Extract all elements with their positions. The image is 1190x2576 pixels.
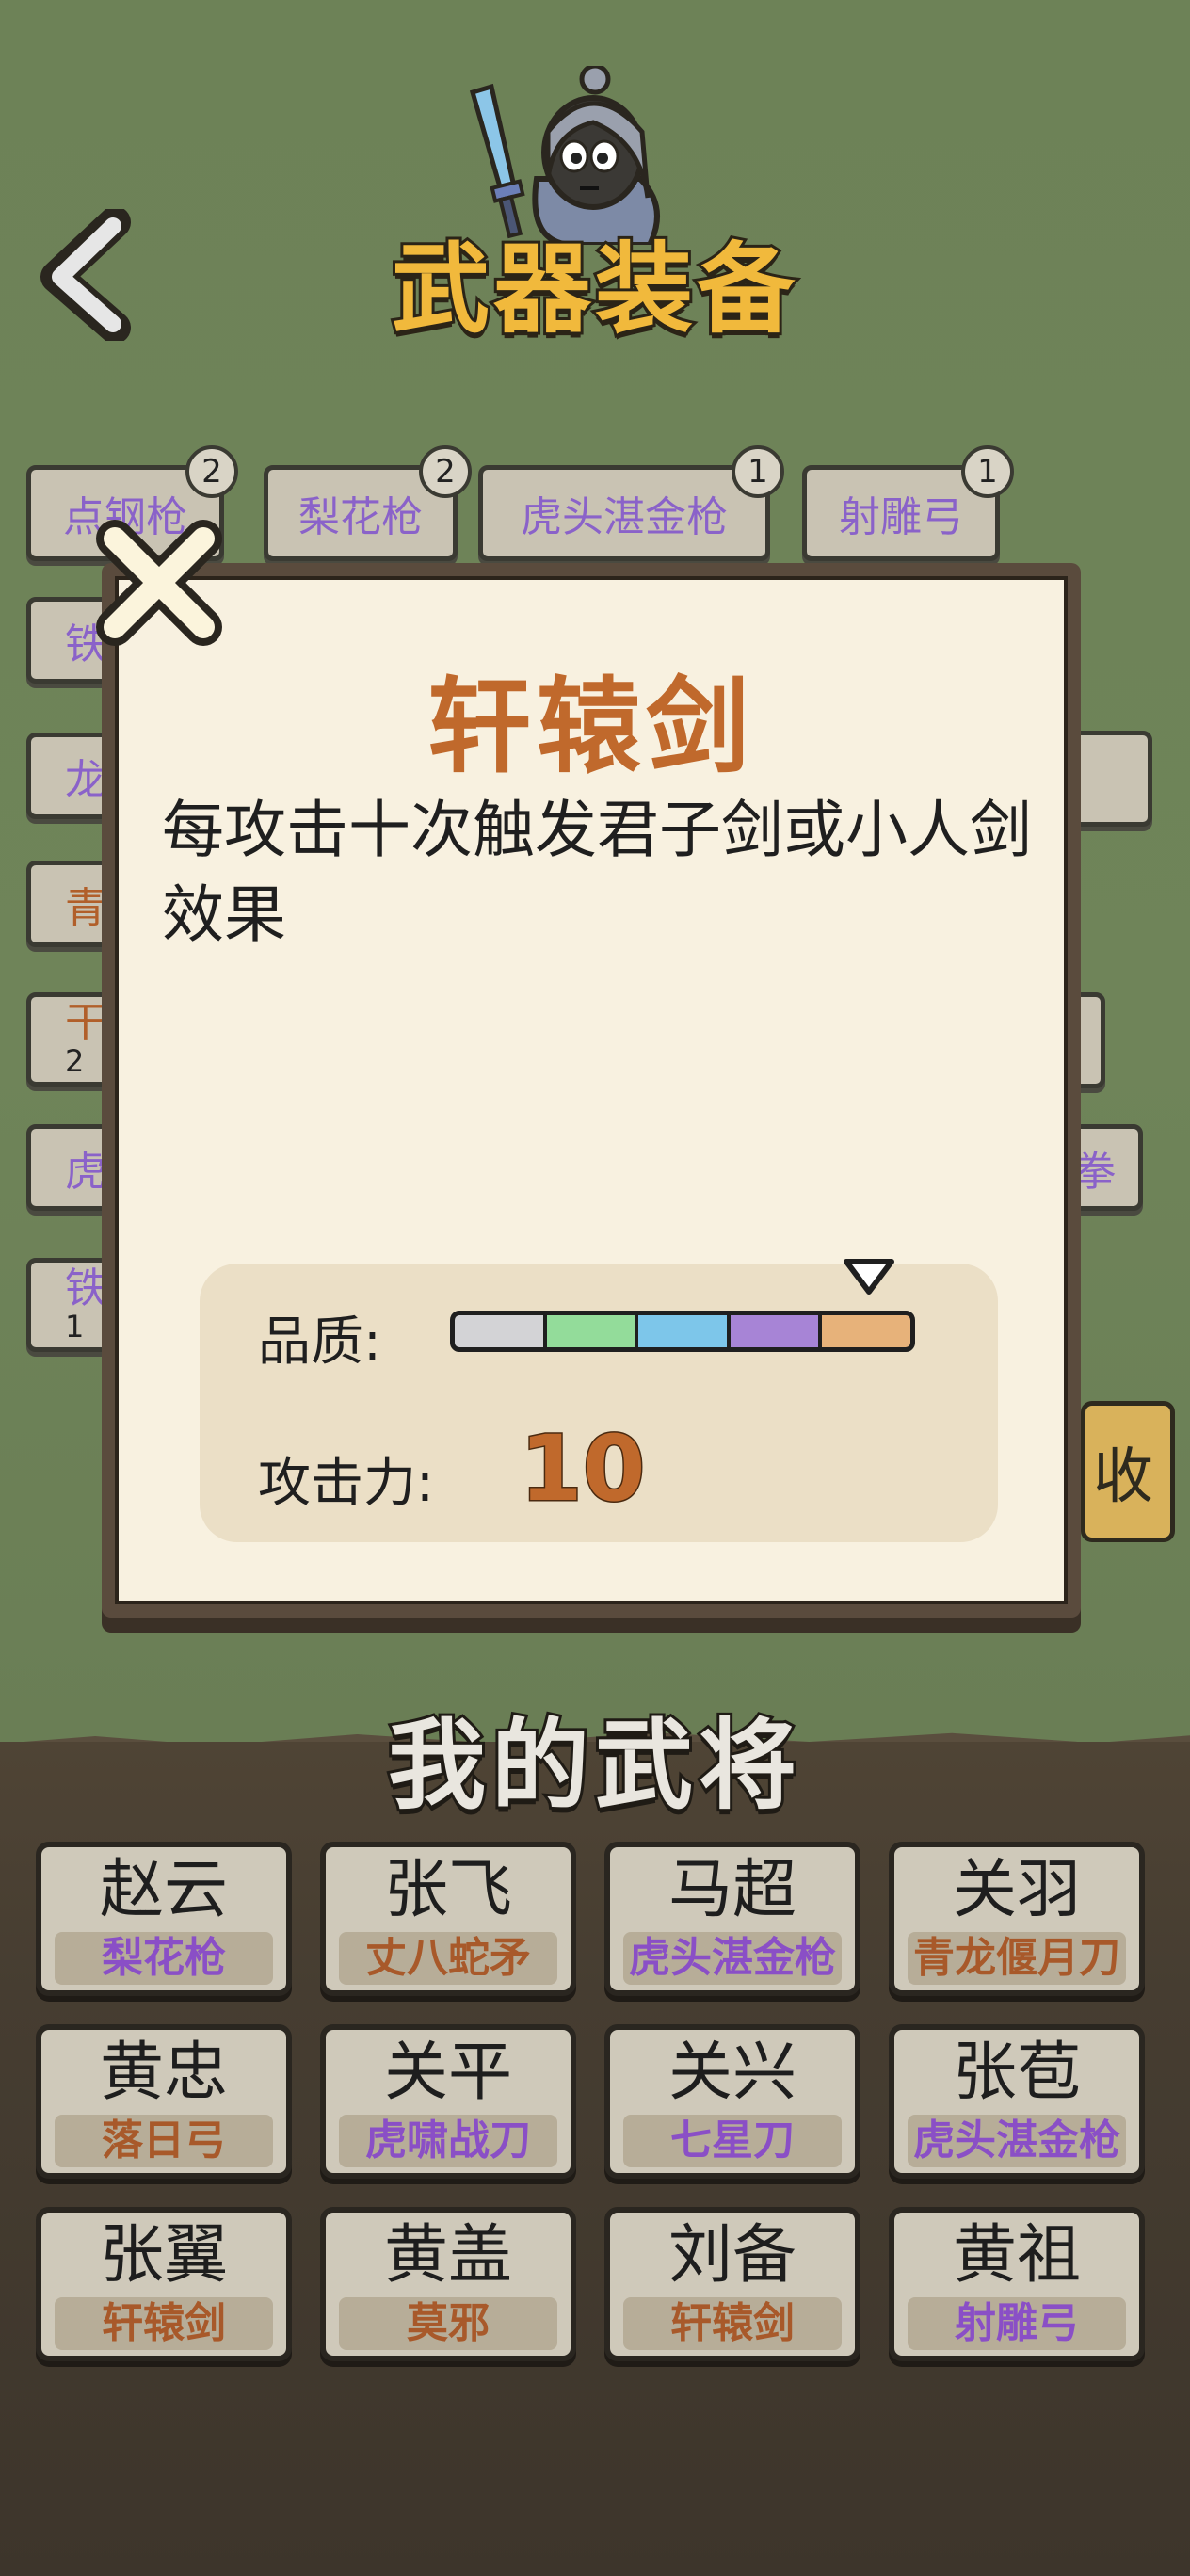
general-weapon: 虎头湛金枪 <box>623 1932 842 1985</box>
quality-segment <box>546 1315 635 1347</box>
weapon-count-badge: 1 <box>961 445 1014 498</box>
general-card[interactable]: 黄忠 落日弓 <box>36 2024 292 2179</box>
general-card[interactable]: 马超 虎头湛金枪 <box>604 1842 860 1996</box>
quality-label: 品质: <box>258 1312 381 1373</box>
general-weapon: 青龙偃月刀 <box>908 1932 1126 1985</box>
general-weapon: 七星刀 <box>623 2115 842 2167</box>
attack-label: 攻击力: <box>258 1453 434 1514</box>
general-card[interactable]: 刘备 轩辕剑 <box>604 2207 860 2361</box>
close-icon <box>96 520 222 646</box>
weapon-count-badge: 2 <box>419 445 472 498</box>
general-name: 张飞 <box>383 1853 512 1927</box>
weapon-chip-label: 龙 <box>65 756 106 804</box>
general-weapon: 虎啸战刀 <box>339 2115 557 2167</box>
weapon-count-badge: 1 <box>732 445 784 498</box>
weapon-chip-label: 梨花枪 <box>298 493 423 541</box>
general-name: 关兴 <box>667 2036 796 2110</box>
weapon-chip[interactable]: 梨花枪 2 <box>264 445 472 561</box>
weapon-chip-label: 虎 <box>65 1148 106 1196</box>
general-weapon: 落日弓 <box>55 2115 273 2167</box>
weapon-count-badge: 2 <box>185 445 238 498</box>
general-card[interactable]: 关羽 青龙偃月刀 <box>889 1842 1145 1996</box>
general-card[interactable]: 赵云 梨花枪 <box>36 1842 292 1996</box>
collect-button-label: 收 <box>1093 1442 1153 1512</box>
general-name: 马超 <box>667 1853 796 1927</box>
general-name: 黄盖 <box>383 2218 512 2293</box>
weapon-chip-label: 虎头湛金枪 <box>521 493 728 541</box>
general-weapon: 梨花枪 <box>55 1932 273 1985</box>
general-card[interactable]: 黄盖 莫邪 <box>320 2207 576 2361</box>
weapon-chip-sub: 1 <box>65 1309 85 1344</box>
weapon-name: 轩辕剑 <box>427 667 755 787</box>
generals-grid: 赵云 梨花枪 张飞 丈八蛇矛 马超 虎头湛金枪 关羽 青龙偃月刀 黄忠 落日弓 关平 虎啸战刀 关兴 七星… <box>36 1842 1154 2361</box>
page-title: 武器装备 <box>389 229 798 349</box>
general-weapon: 莫邪 <box>339 2297 557 2350</box>
weapon-chip[interactable]: 射雕弓 1 <box>802 445 1014 561</box>
weapon-chip[interactable]: 虎头湛金枪 1 <box>478 445 784 561</box>
quality-segment <box>822 1315 910 1347</box>
quality-marker-icon <box>843 1259 894 1295</box>
weapon-chip-label: 青 <box>65 884 106 932</box>
general-card[interactable]: 张翼 轩辕剑 <box>36 2207 292 2361</box>
general-name: 赵云 <box>99 1853 228 1927</box>
weapon-chip-label: 铁 <box>65 1264 106 1312</box>
general-card[interactable]: 张飞 丈八蛇矛 <box>320 1842 576 1996</box>
weapon-detail-modal: 轩辕剑 每攻击十次触发君子剑或小人剑效果 品质: 攻击力: 10 <box>102 563 1081 1618</box>
general-card[interactable]: 关兴 七星刀 <box>604 2024 860 2179</box>
weapon-chip-sub: 2 <box>65 1043 85 1079</box>
weapon-chip-label: 干 <box>65 999 106 1047</box>
general-name: 张苞 <box>952 2036 1081 2110</box>
general-weapon: 虎头湛金枪 <box>908 2115 1126 2167</box>
general-name: 黄忠 <box>99 2036 228 2110</box>
general-card[interactable]: 张苞 虎头湛金枪 <box>889 2024 1145 2179</box>
generals-section-title: 我的武将 <box>385 1705 802 1826</box>
general-name: 关羽 <box>952 1853 1081 1927</box>
quality-segment <box>638 1315 727 1347</box>
general-weapon: 射雕弓 <box>908 2297 1126 2350</box>
general-name: 关平 <box>383 2036 512 2110</box>
collect-button[interactable]: 收 <box>1081 1401 1175 1542</box>
weapon-chip-label: 射雕弓 <box>839 493 963 541</box>
general-weapon: 轩辕剑 <box>55 2297 273 2350</box>
quality-bar <box>450 1311 915 1352</box>
general-name: 刘备 <box>667 2218 796 2293</box>
general-weapon: 丈八蛇矛 <box>339 1932 557 1985</box>
general-name: 黄祖 <box>952 2218 1081 2293</box>
general-name: 张翼 <box>99 2218 228 2293</box>
quality-segment <box>455 1315 543 1347</box>
weapon-description: 每攻击十次触发君子剑或小人剑效果 <box>162 794 1032 951</box>
general-card[interactable]: 关平 虎啸战刀 <box>320 2024 576 2179</box>
general-weapon: 轩辕剑 <box>623 2297 842 2350</box>
close-button[interactable] <box>88 512 230 653</box>
quality-segment <box>730 1315 819 1347</box>
attack-value: 10 <box>519 1415 648 1523</box>
general-card[interactable]: 黄祖 射雕弓 <box>889 2207 1145 2361</box>
weapon-stats-panel: 品质: 攻击力: 10 <box>200 1259 998 1542</box>
